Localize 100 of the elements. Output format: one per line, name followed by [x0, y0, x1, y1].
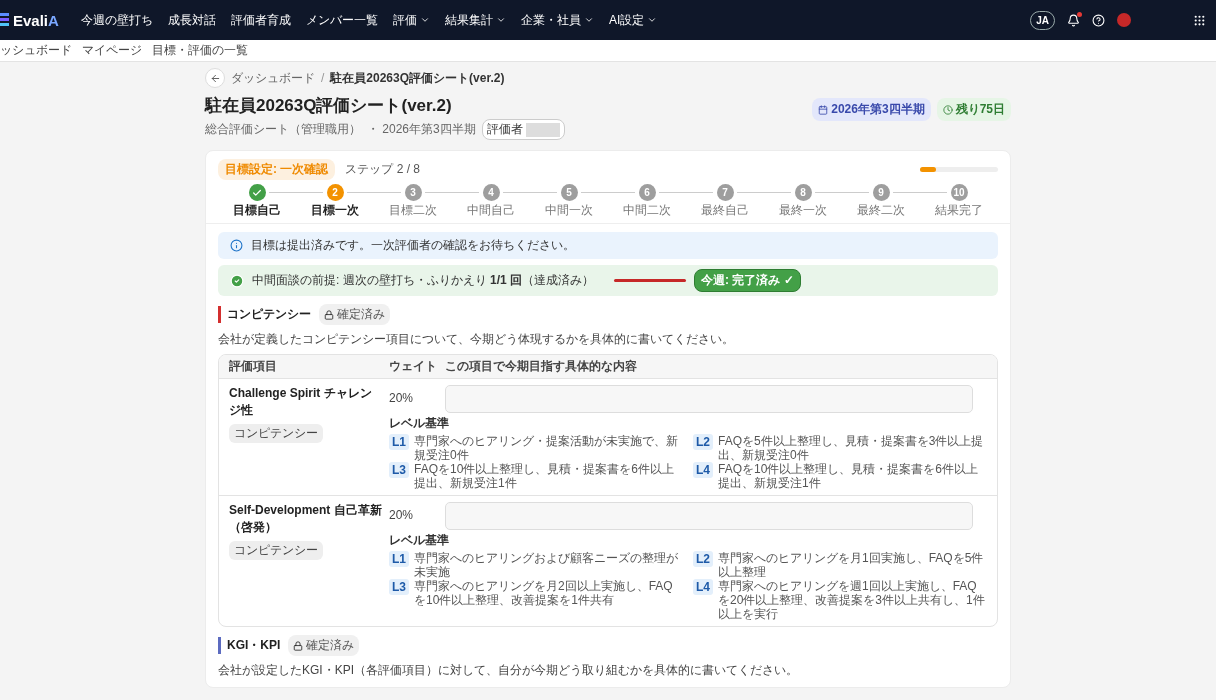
- weight-value: 20%: [389, 391, 415, 407]
- step-circle: 6: [638, 184, 656, 201]
- nav-item[interactable]: 評価: [392, 11, 430, 29]
- section-title: KGI・KPI: [218, 637, 281, 654]
- step-label: 最終二次: [857, 203, 905, 217]
- chevron-icon: [583, 15, 594, 25]
- step-counter: ステップ 2 / 8: [345, 162, 421, 176]
- nav-item[interactable]: 今週の壁打ち: [80, 11, 153, 29]
- column-header: ウェイト: [389, 358, 438, 375]
- level-heading: レベル基準: [389, 532, 450, 549]
- level-criteria: FAQを10件以上整理し、見積・提案書を6件以上提出、新規受注1件: [718, 462, 980, 490]
- info-icon: [230, 239, 243, 252]
- period-badge: 2026年第3四半期: [812, 98, 931, 121]
- level-tag: L3: [389, 579, 409, 595]
- requirement-text: 中間面談の前提: 週次の壁打ち・ふりかえり 1/1 回（達成済み）: [252, 272, 595, 289]
- level-tag: L2: [693, 434, 713, 450]
- category-tag: コンピテンシー: [229, 424, 323, 443]
- notification-button[interactable]: [1067, 13, 1080, 27]
- step-circle: 7: [716, 184, 734, 201]
- step-circle: 10: [950, 184, 968, 201]
- level-tag: L4: [693, 579, 713, 595]
- page-title: 駐在員20263Q評価シート(ver.2): [205, 95, 453, 117]
- nav-item[interactable]: 評価者育成: [230, 11, 291, 29]
- level-criteria: FAQを10件以上整理し、見積・提案書を6件以上提出、新規受注1件: [414, 462, 676, 490]
- breadcrumb-current: 駐在員20263Q評価シート(ver.2): [330, 69, 505, 87]
- step-label: 最終一次: [779, 203, 827, 217]
- nav-item[interactable]: メンバー一覧: [305, 11, 378, 29]
- status-badge: 今週: 完了済み ✓: [694, 269, 801, 292]
- section-description: 会社が設定したKGI・KPI（各評価項目）に対して、自分が今期どう取り組むかを具体的に書いてください。: [218, 662, 799, 679]
- logo-text: Evali: [13, 11, 49, 29]
- column-header: 評価項目: [229, 358, 278, 375]
- back-button[interactable]: [205, 68, 225, 88]
- name-placeholder: [525, 122, 560, 137]
- help-icon: [1092, 13, 1105, 27]
- grid-icon: [1193, 13, 1206, 27]
- step-label: 中間自己: [467, 203, 515, 217]
- column-header: この項目で今期目指す具体的な内容: [445, 358, 638, 375]
- step-circle: 8: [794, 184, 812, 201]
- phase-badge: 目標設定: 一次確認: [218, 159, 336, 180]
- section-title: コンピテンシー: [218, 306, 311, 323]
- level-tag: L3: [389, 462, 409, 478]
- breadcrumb-separator: /: [321, 71, 325, 85]
- logo-icon: [0, 12, 9, 28]
- clock-icon: [942, 104, 953, 115]
- item-name: Self-Development 自己革新（啓発）: [229, 502, 383, 536]
- step-label: 中間一次: [545, 203, 593, 217]
- step-label: 最終自己: [701, 203, 749, 217]
- level-tag: L1: [389, 551, 409, 567]
- step-circle: 5: [560, 184, 578, 201]
- step-label: 目標自己: [233, 203, 281, 217]
- sheet-type: 総合評価シート（管理職用）: [205, 121, 361, 138]
- level-criteria: 専門家へのヒアリング・提案活動が未実施で、新規受注0件: [414, 434, 679, 462]
- goal-field[interactable]: [445, 502, 973, 530]
- nav-item[interactable]: 結果集計: [444, 11, 506, 29]
- level-tag: L2: [693, 551, 713, 567]
- level-criteria: 専門家へのヒアリングを月2回以上実施し、FAQを10件以上整理、改善提案を1件共有: [414, 579, 674, 607]
- calendar-icon: [818, 104, 829, 115]
- lock-icon: [293, 640, 304, 651]
- chevron-icon: [419, 15, 430, 25]
- nav-item[interactable]: AI設定: [608, 11, 658, 29]
- remaining-badge: 残り75日: [936, 98, 1011, 121]
- item-name: Challenge Spirit チャレンジ性: [229, 385, 373, 419]
- level-heading: レベル基準: [389, 415, 450, 432]
- subnav-link[interactable]: マイページ: [82, 42, 142, 59]
- locked-chip: 確定済み: [319, 304, 390, 325]
- lock-icon: [324, 309, 334, 320]
- subnav-link[interactable]: ッシュボード: [0, 42, 72, 59]
- category-tag: コンピテンシー: [229, 541, 323, 560]
- breadcrumb-link[interactable]: ダッシュボード: [231, 69, 315, 87]
- step-circle: 4: [482, 184, 500, 201]
- level-criteria: 専門家へのヒアリングを週1回以上実施し、FAQを20件以上整理、改善提案を3件以上共有し、1件以上を実行: [718, 579, 986, 621]
- locked-chip: 確定済み: [288, 635, 360, 656]
- nav-item[interactable]: 成長対話: [167, 11, 216, 29]
- step-label: 目標一次: [311, 203, 359, 217]
- section-description: 会社が定義したコンピテンシー項目について、今期どう体現するかを具体的に書いてください。: [218, 331, 735, 348]
- level-criteria: 専門家へのヒアリングを月1回実施し、FAQを5件以上整理: [718, 551, 985, 579]
- info-text: 目標は提出済みです。一次評価者の確認をお待ちください。: [251, 237, 575, 254]
- level-tag: L1: [389, 434, 409, 450]
- logo-accent: A: [48, 11, 59, 29]
- chevron-icon: [495, 15, 506, 25]
- bell-icon: [1067, 13, 1080, 27]
- step-circle: 3: [404, 184, 422, 201]
- chevron-icon: [647, 15, 658, 25]
- subnav-link[interactable]: 目標・評価の一覧: [152, 42, 248, 59]
- nav-item[interactable]: 企業・社員: [520, 11, 594, 29]
- help-button[interactable]: [1092, 13, 1105, 27]
- arrow-left-icon: [209, 72, 221, 84]
- evaluator-label: 評価者: [486, 121, 523, 138]
- weight-value: 20%: [389, 508, 415, 524]
- step-label: 目標二次: [389, 203, 437, 217]
- avatar[interactable]: [1117, 13, 1131, 27]
- step-label: 結果完了: [935, 203, 983, 217]
- level-tag: L4: [693, 462, 713, 478]
- period-text: ・ 2026年第3四半期: [367, 121, 476, 138]
- step-circle: 2: [326, 184, 344, 201]
- level-criteria: 専門家へのヒアリングおよび顧客ニーズの整理が未実施: [414, 551, 679, 579]
- apps-button[interactable]: [1193, 13, 1206, 27]
- step-circle: 9: [872, 184, 890, 201]
- goal-field[interactable]: [445, 385, 973, 413]
- step-label: 中間二次: [623, 203, 671, 217]
